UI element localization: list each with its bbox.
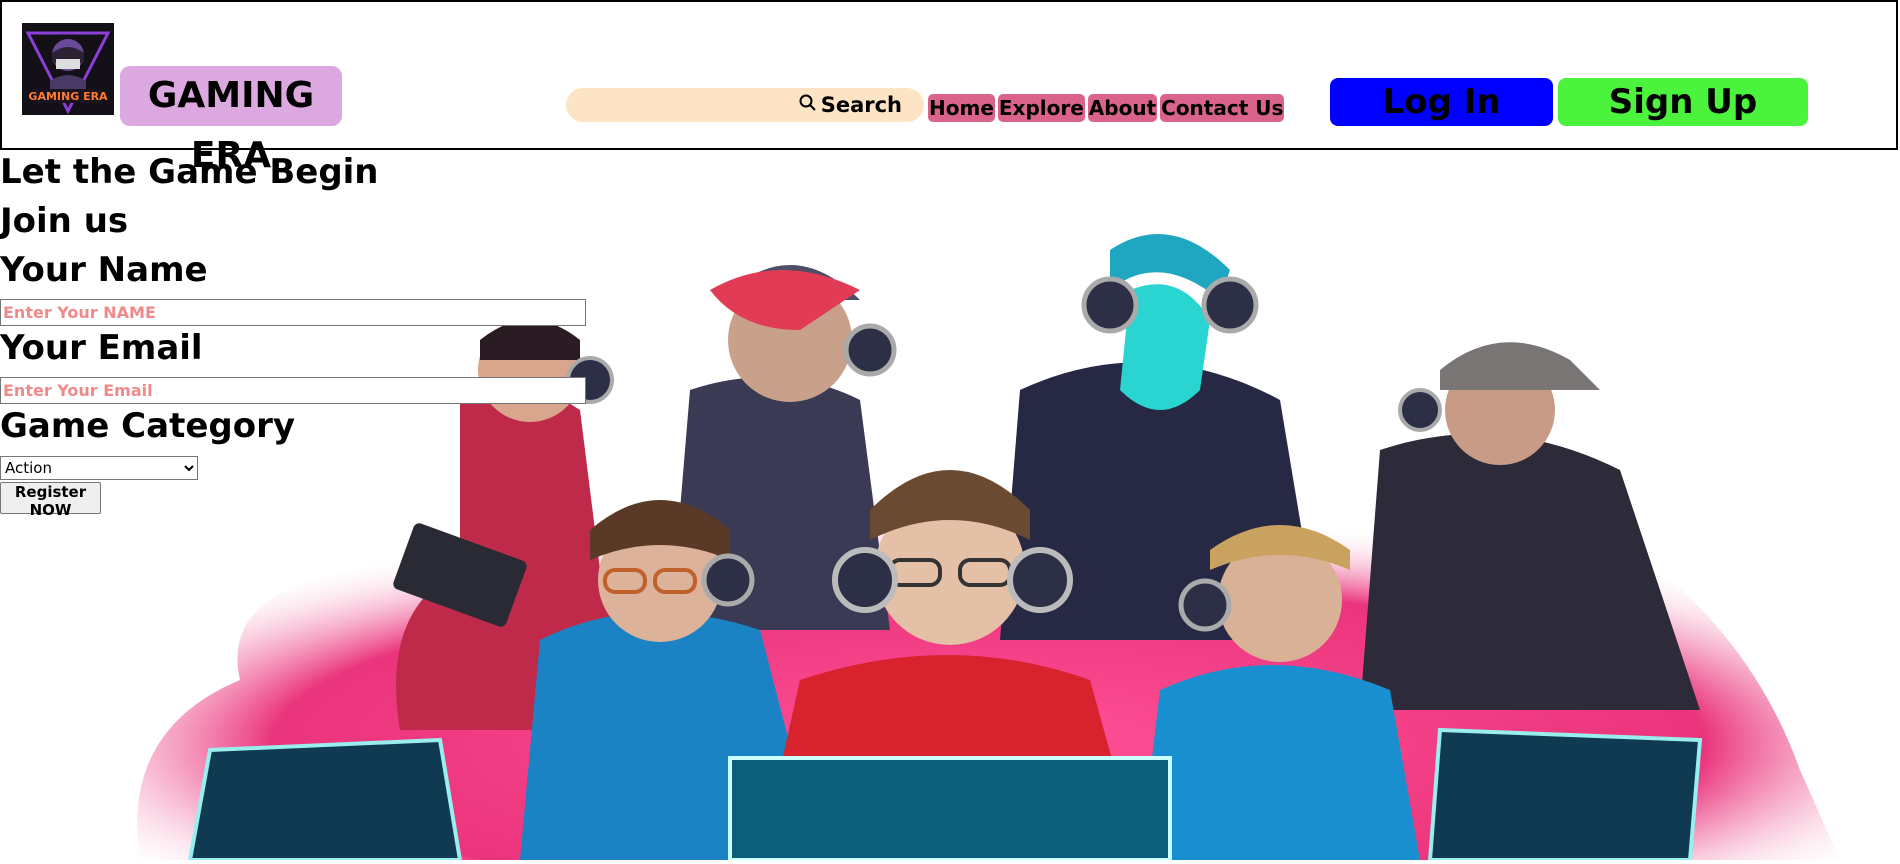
name-label: Your Name xyxy=(0,250,208,290)
login-button[interactable]: Log In xyxy=(1330,78,1553,126)
nav-item-contact[interactable]: Contact Us xyxy=(1160,94,1285,122)
brand-name[interactable]: GAMING ERA xyxy=(120,66,342,176)
nav-item-home[interactable]: Home xyxy=(928,94,995,122)
signup-button[interactable]: Sign Up xyxy=(1558,78,1808,126)
brand-logo[interactable]: GAMING ERA xyxy=(22,23,114,115)
search-icon xyxy=(799,88,817,122)
main-nav: Home Explore About Contact Us xyxy=(928,94,1285,122)
join-heading: Join us xyxy=(0,201,129,241)
logo-text: GAMING ERA xyxy=(28,90,108,103)
nav-item-about[interactable]: About xyxy=(1087,94,1158,122)
email-field[interactable] xyxy=(0,377,586,404)
register-button[interactable]: Register NOW xyxy=(0,482,101,519)
game-category-select[interactable]: Action xyxy=(0,456,198,480)
name-field[interactable] xyxy=(0,299,586,326)
search-button[interactable]: Search xyxy=(799,88,902,122)
category-label: Game Category xyxy=(0,406,296,446)
search-button-label: Search xyxy=(820,93,902,117)
page-headline: Let the Game Begin xyxy=(0,152,379,192)
search-bar[interactable]: Search xyxy=(566,88,924,122)
site-header: GAMING ERA GAMING ERA Search Home Explor… xyxy=(0,0,1898,176)
nav-item-explore[interactable]: Explore xyxy=(997,94,1085,122)
email-label: Your Email xyxy=(0,328,203,368)
